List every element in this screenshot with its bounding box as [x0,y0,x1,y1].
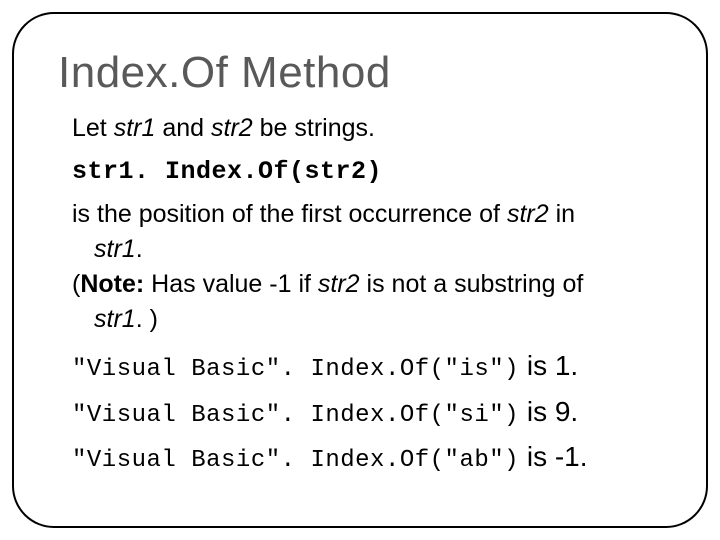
intro-line: Let str1 and str2 be strings. [72,112,670,145]
is-text: is [519,441,555,472]
slide-title: Index.Of Method [58,48,670,98]
example-code: "Visual Basic". Index.Of("si") [72,402,519,429]
text: Has value -1 if [144,270,318,298]
text: is the position of the first occurrence … [72,200,507,228]
example-code: "Visual Basic". Index.Of("ab") [72,447,519,474]
var-str1: str1 [94,235,136,263]
example-result: 9. [555,396,578,427]
text: Let [72,114,114,142]
var-str2: str2 [318,270,360,298]
example-row: "Visual Basic". Index.Of("is") is 1. [72,350,670,384]
var-str1: str1 [114,114,156,142]
explain-line-1: is the position of the first occurrence … [72,198,670,231]
var-str2: str2 [211,114,253,142]
is-text: is [519,350,555,381]
code-line: str1. Index.Of(str2) [72,155,670,188]
example-result: -1. [555,441,588,472]
var-str2: str2 [507,200,549,228]
text: . [136,235,143,263]
example-row: "Visual Basic". Index.Of("si") is 9. [72,396,670,430]
example-row: "Visual Basic". Index.Of("ab") is -1. [72,441,670,475]
example-code: "Visual Basic". Index.Of("is") [72,356,519,383]
text: is not a substring of [360,270,584,298]
example-result: 1. [555,350,578,381]
text: and [155,114,211,142]
examples-block: "Visual Basic". Index.Of("is") is 1. "Vi… [72,350,670,475]
var-str1: str1 [94,305,136,333]
text: . ) [136,305,158,333]
explain-line-2: str1. [72,233,670,266]
text: be strings. [253,114,375,142]
explain-line-4: str1. ) [72,303,670,336]
note-label: Note: [80,270,144,298]
slide-frame: Index.Of Method Let str1 and str2 be str… [12,12,708,528]
explain-line-3: (Note: Has value -1 if str2 is not a sub… [72,268,670,301]
text: in [549,200,575,228]
is-text: is [519,396,555,427]
slide-body: Let str1 and str2 be strings. str1. Inde… [58,112,670,475]
